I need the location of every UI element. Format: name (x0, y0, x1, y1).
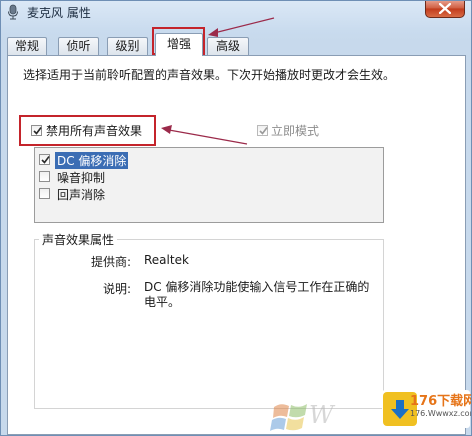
checkbox-highlight-box (19, 115, 156, 146)
properties-window: 麦克风 属性 常规 侦听 级别 增强 高级 选择适用于当前聆听配置的声音效果。下… (0, 0, 472, 436)
description-text: 选择适用于当前聆听配置的声音效果。下次开始播放时更改才会生效。 (23, 68, 396, 82)
checkmark-icon (259, 127, 268, 135)
effects-list[interactable]: DC 偏移消除 噪音抑制 回声消除 (34, 147, 384, 223)
watermark-text: 176下载网 (410, 394, 472, 409)
effect-label[interactable]: DC 偏移消除 (55, 152, 129, 169)
windows-watermark-logo: W (269, 387, 359, 435)
tab-levels[interactable]: 级别 (107, 37, 148, 55)
description-value-line1: DC 偏移消除功能使输入信号工作在正确的 (144, 280, 370, 294)
close-button[interactable] (425, 1, 465, 18)
annotation-arrow-icon (161, 125, 248, 145)
window-title: 麦克风 属性 (27, 6, 91, 20)
svg-text:W: W (309, 401, 336, 429)
microphone-icon (5, 4, 21, 20)
provider-label: 提供商: (90, 255, 131, 269)
effect-checkbox[interactable] (39, 154, 50, 165)
tab-general[interactable]: 常规 (7, 37, 47, 55)
effect-label[interactable]: 回声消除 (57, 186, 105, 203)
tab-enhancements[interactable]: 增强 (155, 33, 203, 56)
site-watermark-badge: 176下载网 176.Wwwxz.com (382, 390, 472, 428)
description-value-line2: 电平。 (144, 295, 181, 309)
tab-listen[interactable]: 侦听 (58, 37, 99, 55)
effect-checkbox[interactable] (39, 171, 50, 182)
watermark-subtext: 176.Wwwxz.com (410, 409, 472, 418)
provider-value: Realtek (144, 253, 189, 267)
close-icon (439, 3, 451, 14)
effect-label[interactable]: 噪音抑制 (57, 169, 105, 186)
effect-checkbox[interactable] (39, 188, 50, 199)
description-label: 说明: (102, 282, 131, 296)
immediate-mode-checkbox (257, 125, 268, 136)
checkmark-icon (41, 156, 50, 164)
annotation-arrow-icon (208, 17, 275, 37)
group-title: 声音效果属性 (39, 231, 118, 248)
immediate-mode-label: 立即模式 (271, 124, 320, 138)
